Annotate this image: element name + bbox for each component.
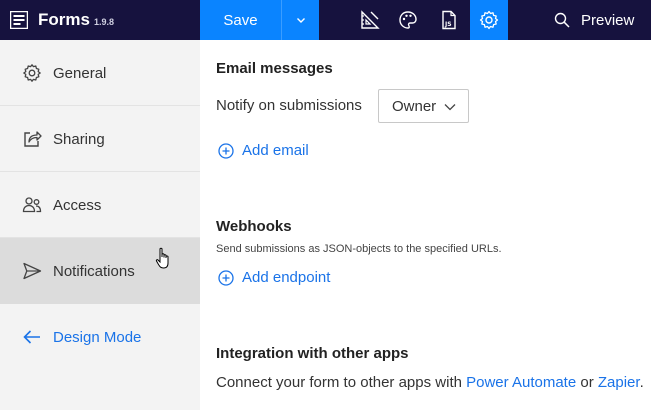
sidebar-item-general[interactable]: General [0,40,200,106]
notifications-panel: Email messages Notify on submissions Own… [200,40,651,410]
ruler-triangle-icon [361,10,380,29]
hand-cursor-icon [155,247,169,269]
layout-tool-button[interactable] [351,0,389,40]
gear-icon [479,10,499,30]
chevron-down-icon [296,18,305,23]
integration-text-before: Connect your form to other apps with [216,374,467,391]
webhooks-section-title: Webhooks [216,218,292,235]
preview-button[interactable]: Preview [545,0,651,40]
sidebar-item-sharing[interactable]: Sharing [0,106,200,172]
plus-circle-icon [218,270,234,286]
svg-text:JS: JS [444,21,452,28]
gear-icon [23,64,41,82]
app-version: 1.9.8 [94,17,115,27]
save-button[interactable]: Save [200,0,281,40]
email-section-title: Email messages [216,60,333,77]
chevron-down-icon [444,104,456,111]
arrow-left-icon [23,330,40,344]
theme-tool-button[interactable] [389,0,427,40]
brand: Forms 1.9.8 [0,0,200,40]
share-icon [24,131,42,147]
preview-label: Preview [581,12,635,29]
top-bar: Forms 1.9.8 Save JS Preview [0,0,651,40]
sidebar-item-design-mode[interactable]: Design Mode [0,304,200,370]
sidebar-item-label: Access [53,197,102,214]
sidebar: General Sharing Access Notifications Des… [0,40,200,410]
sidebar-item-label: General [53,65,107,82]
app-name: Forms [38,10,90,29]
users-icon [22,197,42,213]
integration-text: Connect your form to other apps with Pow… [216,374,644,391]
search-icon [554,12,570,28]
add-email-label: Add email [242,142,309,159]
add-endpoint-label: Add endpoint [242,269,331,286]
json-tool-button[interactable]: JS [430,0,468,40]
webhooks-description: Send submissions as JSON-objects to the … [216,243,502,255]
notify-label: Notify on submissions [216,97,362,114]
settings-tool-button[interactable] [470,0,508,40]
integration-text-middle: or [576,374,598,391]
sidebar-item-label: Notifications [53,263,135,280]
json-file-icon: JS [442,10,456,30]
power-automate-link[interactable]: Power Automate [466,374,576,391]
send-icon [23,262,42,280]
notify-select[interactable]: Owner [378,89,469,123]
notify-select-value: Owner [392,98,437,115]
integration-text-after: . [639,374,644,391]
sidebar-item-label: Design Mode [53,329,142,346]
zapier-link[interactable]: Zapier [598,374,640,391]
palette-icon [399,11,417,29]
sidebar-item-label: Sharing [53,131,105,148]
plus-circle-icon [218,143,234,159]
save-options-button[interactable] [281,0,319,40]
integration-section-title: Integration with other apps [216,345,409,362]
sidebar-item-access[interactable]: Access [0,172,200,238]
form-logo-icon [10,11,28,29]
